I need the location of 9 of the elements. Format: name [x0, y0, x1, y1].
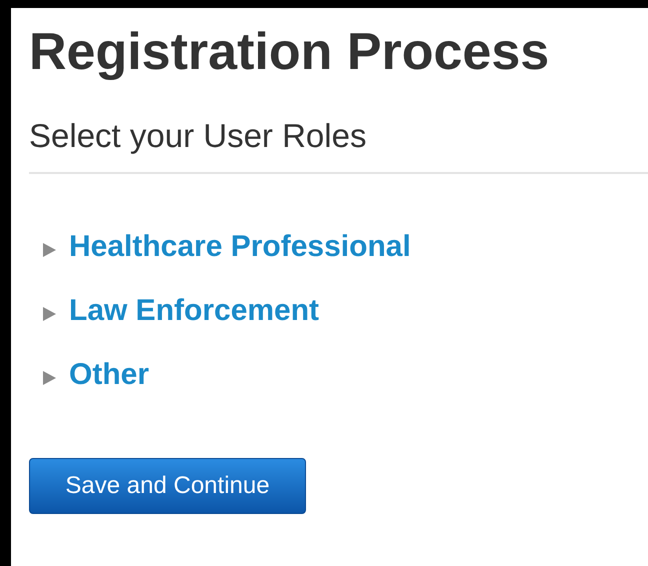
expand-triangle-icon[interactable]	[41, 242, 57, 258]
role-link[interactable]: Healthcare Professional	[69, 226, 411, 268]
page-title: Registration Process	[29, 22, 550, 82]
expand-triangle-icon[interactable]	[41, 370, 57, 386]
role-link[interactable]: Law Enforcement	[69, 290, 320, 332]
save-and-continue-button[interactable]: Save and Continue	[29, 458, 306, 514]
expand-triangle-icon[interactable]	[41, 306, 57, 322]
role-link[interactable]: Other	[69, 354, 150, 396]
section-heading: Select your User Roles	[29, 116, 366, 156]
